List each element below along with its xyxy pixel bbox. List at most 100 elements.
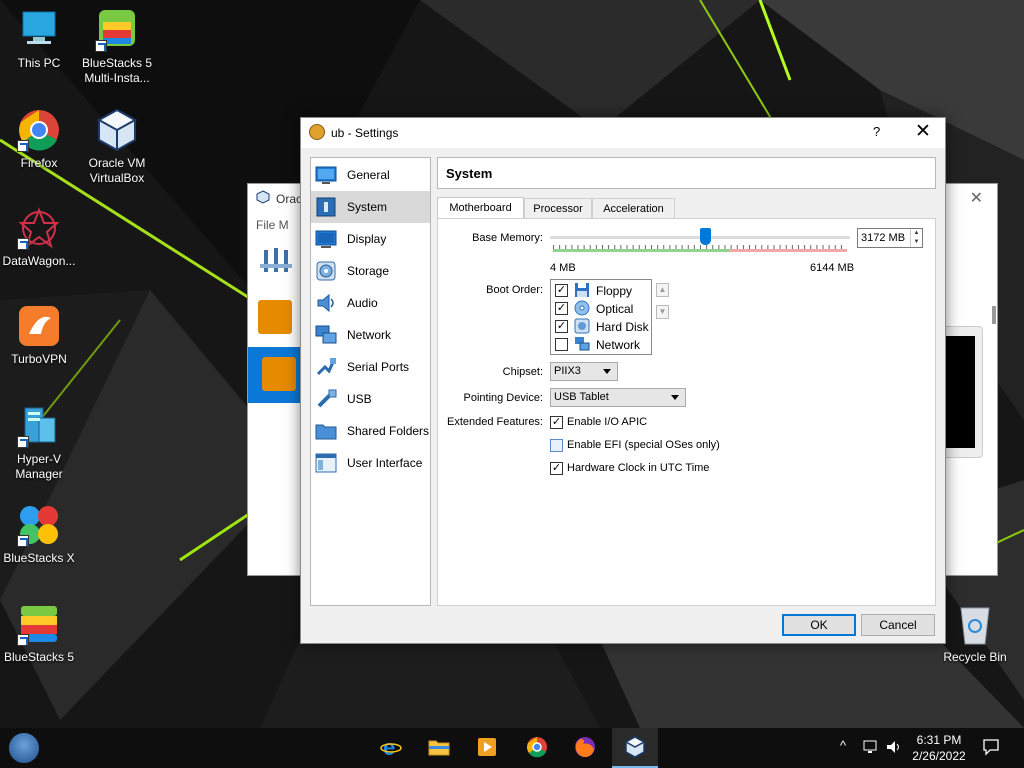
sidebar-item-user-interface[interactable]: User Interface: [311, 447, 430, 479]
notification-icon[interactable]: [982, 738, 1000, 756]
volume-icon[interactable]: [885, 738, 903, 756]
desktop-icon-this-pc[interactable]: This PC: [0, 8, 78, 71]
feature-utc-clock[interactable]: ✓ Hardware Clock in UTC Time: [550, 461, 750, 477]
turbovpn-icon: [17, 304, 61, 348]
media-player-icon: [478, 738, 496, 756]
tab-label: Processor: [533, 203, 583, 215]
cancel-button[interactable]: Cancel: [861, 614, 935, 636]
bluestacks-x-icon: [17, 503, 61, 547]
tab-acceleration[interactable]: Acceleration: [592, 198, 675, 219]
boot-item-hard-disk[interactable]: ✓ Hard Disk: [555, 318, 651, 336]
desktop-icon-label: TurboVPN: [11, 352, 67, 366]
utc-clock-checkbox[interactable]: ✓: [550, 462, 563, 475]
shortcut-arrow-icon: [17, 634, 29, 646]
move-up-button[interactable]: ▲: [656, 283, 669, 297]
sidebar-item-usb[interactable]: USB: [311, 383, 430, 415]
desktop-icon-bluestacks-5[interactable]: BlueStacks 5: [0, 602, 78, 665]
boot-checkbox[interactable]: ✓: [555, 284, 568, 297]
taskbar-app-internet-explorer[interactable]: e: [368, 728, 414, 768]
help-button[interactable]: ?: [873, 124, 880, 139]
boot-checkbox[interactable]: ✓: [555, 302, 568, 315]
network-status-icon[interactable]: [862, 738, 880, 756]
sidebar-item-network[interactable]: Network: [311, 319, 430, 351]
boot-item-floppy[interactable]: ✓ Floppy: [555, 282, 651, 300]
desktop-icon-firefox[interactable]: Firefox: [0, 108, 78, 171]
sidebar-item-label: Shared Folders: [347, 424, 430, 438]
sidebar-item-label: User Interface: [347, 456, 423, 470]
feature-efi[interactable]: Enable EFI (special OSes only): [550, 438, 750, 454]
taskbar-app-file-explorer[interactable]: [416, 728, 462, 768]
boot-item-label: Hard Disk: [596, 320, 649, 334]
boot-item-network[interactable]: Network: [555, 336, 651, 354]
feature-label: Enable I/O APIC: [567, 416, 648, 428]
user-interface-icon: [315, 453, 337, 473]
tab-motherboard[interactable]: Motherboard: [437, 197, 524, 219]
base-memory-slider-thumb[interactable]: [699, 228, 711, 245]
show-hidden-icons-button[interactable]: ^: [840, 738, 846, 753]
slider-tick: [712, 245, 714, 249]
move-down-button[interactable]: ▼: [656, 305, 669, 319]
tools-icon[interactable]: [258, 244, 298, 276]
desktop-icon-bluestacks-x[interactable]: BlueStacks X: [0, 503, 78, 566]
base-memory-spinbox[interactable]: 3172 MB ▲ ▼: [857, 228, 923, 248]
chipset-select[interactable]: PIIX3: [550, 362, 618, 381]
slider-tick: [687, 245, 689, 249]
slider-tick: [798, 245, 799, 249]
settings-dialog[interactable]: ub - Settings ? ✕ General System Display…: [300, 117, 946, 644]
sidebar-item-display[interactable]: Display: [311, 223, 430, 255]
dialog-titlebar[interactable]: ub - Settings ? ✕: [301, 118, 945, 148]
pointing-device-select[interactable]: USB Tablet: [550, 388, 686, 407]
recycle-bin-icon: [953, 602, 997, 646]
desktop-icon-hyperv[interactable]: Hyper-V Manager: [0, 404, 78, 482]
boot-item-optical[interactable]: ✓ Optical: [555, 300, 651, 318]
slider-tick: [834, 245, 836, 249]
taskbar-app-chrome[interactable]: [514, 728, 560, 768]
sidebar-item-system[interactable]: System: [311, 191, 430, 223]
start-button[interactable]: [8, 732, 40, 764]
scrollbar[interactable]: [992, 306, 996, 324]
slider-tick: [749, 245, 750, 249]
close-button[interactable]: ✕: [915, 120, 931, 143]
ok-button[interactable]: OK: [782, 614, 856, 636]
taskbar-app-firefox[interactable]: [562, 728, 608, 768]
slider-tick: [681, 245, 683, 249]
taskbar-app-media-player[interactable]: [464, 728, 510, 768]
desktop-icon-recycle-bin[interactable]: Recycle Bin: [936, 602, 1014, 665]
slider-tick: [810, 245, 812, 249]
desktop-icon-virtualbox[interactable]: Oracle VM VirtualBox: [78, 108, 156, 186]
taskbar-app-virtualbox[interactable]: [612, 728, 658, 768]
boot-item-label: Network: [596, 338, 641, 352]
slider-tick: [761, 245, 763, 249]
system-clock[interactable]: 6:31 PM 2/26/2022: [906, 732, 972, 764]
desktop-icon-turbovpn[interactable]: TurboVPN: [0, 304, 78, 367]
bluestacks-multi-instance-icon: [95, 8, 139, 52]
sidebar-item-serial-ports[interactable]: Serial Ports: [311, 351, 430, 383]
io-apic-checkbox[interactable]: ✓: [550, 416, 563, 429]
boot-item-label: Optical: [596, 302, 634, 316]
sidebar-item-shared-folders[interactable]: Shared Folders: [311, 415, 430, 447]
manager-close-icon[interactable]: ✕: [970, 188, 983, 208]
desktop-icon-datawagon[interactable]: DataWagon...: [0, 206, 78, 269]
tab-label: Motherboard: [449, 202, 512, 214]
sidebar-item-audio[interactable]: Audio: [311, 287, 430, 319]
desktop-icon-bluestacks-multi[interactable]: BlueStacks 5 Multi-Insta...: [78, 8, 156, 86]
slider-tick: [736, 245, 738, 249]
memory-min-label: 4 MB: [550, 262, 576, 274]
sidebar-item-label: Serial Ports: [347, 360, 410, 374]
tab-processor[interactable]: Processor: [524, 198, 592, 219]
chevron-down-icon: [671, 395, 679, 400]
sidebar-item-general[interactable]: General: [311, 159, 430, 191]
serial-ports-icon: [316, 358, 336, 376]
boot-checkbox[interactable]: [555, 338, 568, 351]
efi-checkbox[interactable]: [550, 439, 563, 452]
slider-tick: [583, 245, 585, 249]
boot-checkbox[interactable]: ✓: [555, 320, 568, 333]
spin-arrows-icon[interactable]: ▲ ▼: [910, 229, 922, 247]
boot-order-list: ✓ Floppy ✓ Optical ✓ Hard Disk Network: [550, 279, 652, 355]
vm-item-icon[interactable]: [258, 300, 292, 334]
shortcut-arrow-icon: [17, 140, 29, 152]
feature-io-apic[interactable]: ✓ Enable I/O APIC: [550, 415, 750, 431]
sidebar-item-storage[interactable]: Storage: [311, 255, 430, 287]
ubuntu-vm-icon: [262, 357, 296, 391]
manager-menu[interactable]: File M: [256, 218, 289, 232]
